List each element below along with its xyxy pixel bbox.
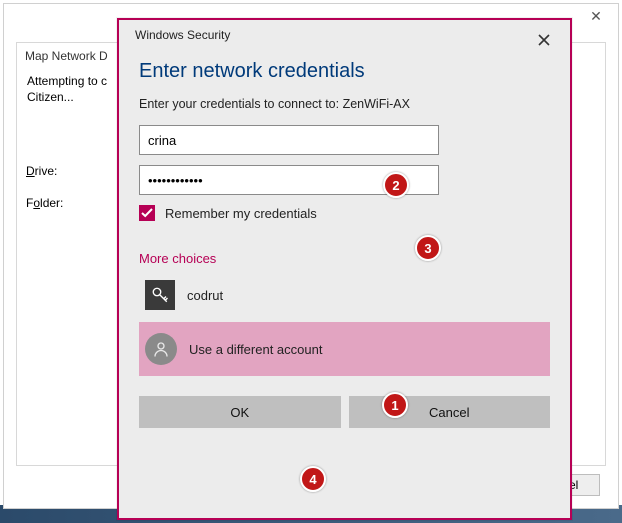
cancel-button[interactable]: Cancel xyxy=(349,396,551,428)
dialog-subtext: Enter your credentials to connect to: Ze… xyxy=(139,97,550,111)
label-folder: Folder: Folder: xyxy=(26,196,63,210)
use-different-account-row[interactable]: Use a different account xyxy=(139,322,550,376)
user-icon xyxy=(145,333,177,365)
saved-account-row[interactable]: codrut xyxy=(139,276,550,314)
windows-security-dialog: Windows Security Enter network credentia… xyxy=(117,18,572,520)
close-icon xyxy=(538,34,550,46)
close-icon[interactable]: ✕ xyxy=(574,4,618,28)
use-different-account-label: Use a different account xyxy=(189,342,322,357)
remember-checkbox[interactable] xyxy=(139,205,155,221)
remember-checkbox-row[interactable]: Remember my credentials xyxy=(139,205,550,221)
username-input[interactable] xyxy=(140,126,438,154)
check-icon xyxy=(141,208,153,218)
annotation-3: 3 xyxy=(415,235,441,261)
annotation-2: 2 xyxy=(383,172,409,198)
key-icon xyxy=(145,280,175,310)
dialog-title: Windows Security xyxy=(135,28,230,42)
dialog-heading: Enter network credentials xyxy=(139,60,550,83)
annotation-1: 1 xyxy=(382,392,408,418)
bg-window-title: Map Network D xyxy=(25,49,108,63)
remember-label: Remember my credentials xyxy=(165,206,317,221)
annotation-4: 4 xyxy=(300,466,326,492)
bg-status-line1: Attempting to c xyxy=(27,74,107,88)
bg-status-line2: Citizen... xyxy=(27,90,74,104)
saved-account-name: codrut xyxy=(187,288,223,303)
username-field-wrap xyxy=(139,125,439,155)
label-drive: DDrive:rive: xyxy=(26,164,57,178)
more-choices-link[interactable]: More choices xyxy=(139,251,550,266)
dialog-close-button[interactable] xyxy=(530,28,558,52)
ok-button[interactable]: OK xyxy=(139,396,341,428)
